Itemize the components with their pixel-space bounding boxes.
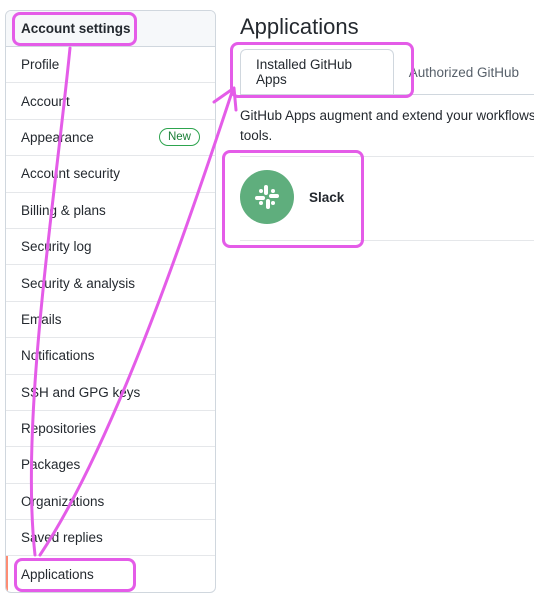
apps-description: GitHub Apps augment and extend your work… xyxy=(240,108,534,143)
sidebar-item-ssh-gpg-keys[interactable]: SSH and GPG keys xyxy=(6,375,215,411)
sidebar-item-label: Repositories xyxy=(21,421,97,437)
sidebar-item-label: Packages xyxy=(21,457,81,473)
sidebar-item-applications[interactable]: Applications xyxy=(6,556,215,592)
sidebar-item-emails[interactable]: Emails xyxy=(6,302,215,339)
sidebar-item-repositories[interactable]: Repositories xyxy=(6,411,215,448)
sidebar-item-security-analysis[interactable]: Security & analysis xyxy=(6,265,215,302)
tab-authorized-github-apps[interactable]: Authorized GitHub xyxy=(394,49,534,95)
sidebar-item-appearance[interactable]: Appearance New xyxy=(6,120,215,157)
sidebar-item-billing[interactable]: Billing & plans xyxy=(6,193,215,229)
sidebar-item-label: Billing & plans xyxy=(21,202,106,218)
sidebar-item-label: Security & analysis xyxy=(21,275,136,291)
app-name[interactable]: Slack xyxy=(309,190,344,205)
sidebar-item-label: Organizations xyxy=(21,493,105,509)
settings-sidebar: Account settings Profile Account Appeara… xyxy=(5,10,216,593)
new-badge: New xyxy=(158,128,200,147)
sidebar-item-organizations[interactable]: Organizations xyxy=(6,484,215,521)
sidebar-item-label: Saved replies xyxy=(21,530,103,546)
sidebar-header: Account settings xyxy=(6,11,215,47)
app-row-slack[interactable]: Slack xyxy=(240,170,344,224)
app-tabs: Installed GitHub Apps Authorized GitHub xyxy=(240,49,534,95)
slack-logo-glyph xyxy=(255,185,279,209)
tab-divider xyxy=(240,94,534,95)
slack-icon[interactable] xyxy=(240,170,294,224)
description-divider xyxy=(240,156,534,157)
sidebar-item-notifications[interactable]: Notifications xyxy=(6,338,215,375)
sidebar-item-saved-replies[interactable]: Saved replies xyxy=(6,520,215,557)
sidebar-item-label: Applications xyxy=(21,567,94,583)
sidebar-item-label: Account security xyxy=(21,166,121,182)
sidebar-item-packages[interactable]: Packages xyxy=(6,447,215,484)
sidebar-item-label: Appearance xyxy=(21,129,94,145)
sidebar-item-label: Notifications xyxy=(21,348,95,364)
sidebar-item-label: SSH and GPG keys xyxy=(21,384,141,400)
sidebar-item-label: Security log xyxy=(21,239,92,255)
sidebar-item-label: Profile xyxy=(21,57,60,73)
sidebar-item-account-security[interactable]: Account security xyxy=(6,156,215,193)
page-title: Applications xyxy=(240,14,359,39)
sidebar-item-security-log[interactable]: Security log xyxy=(6,229,215,266)
sidebar-item-account[interactable]: Account xyxy=(6,83,215,120)
arrow-head xyxy=(212,86,238,112)
tab-installed-github-apps[interactable]: Installed GitHub Apps xyxy=(240,49,394,95)
sidebar-item-label: Account xyxy=(21,93,70,109)
app-list-divider xyxy=(240,240,534,241)
sidebar-item-profile[interactable]: Profile xyxy=(6,47,215,84)
sidebar-item-label: Emails xyxy=(21,311,62,327)
